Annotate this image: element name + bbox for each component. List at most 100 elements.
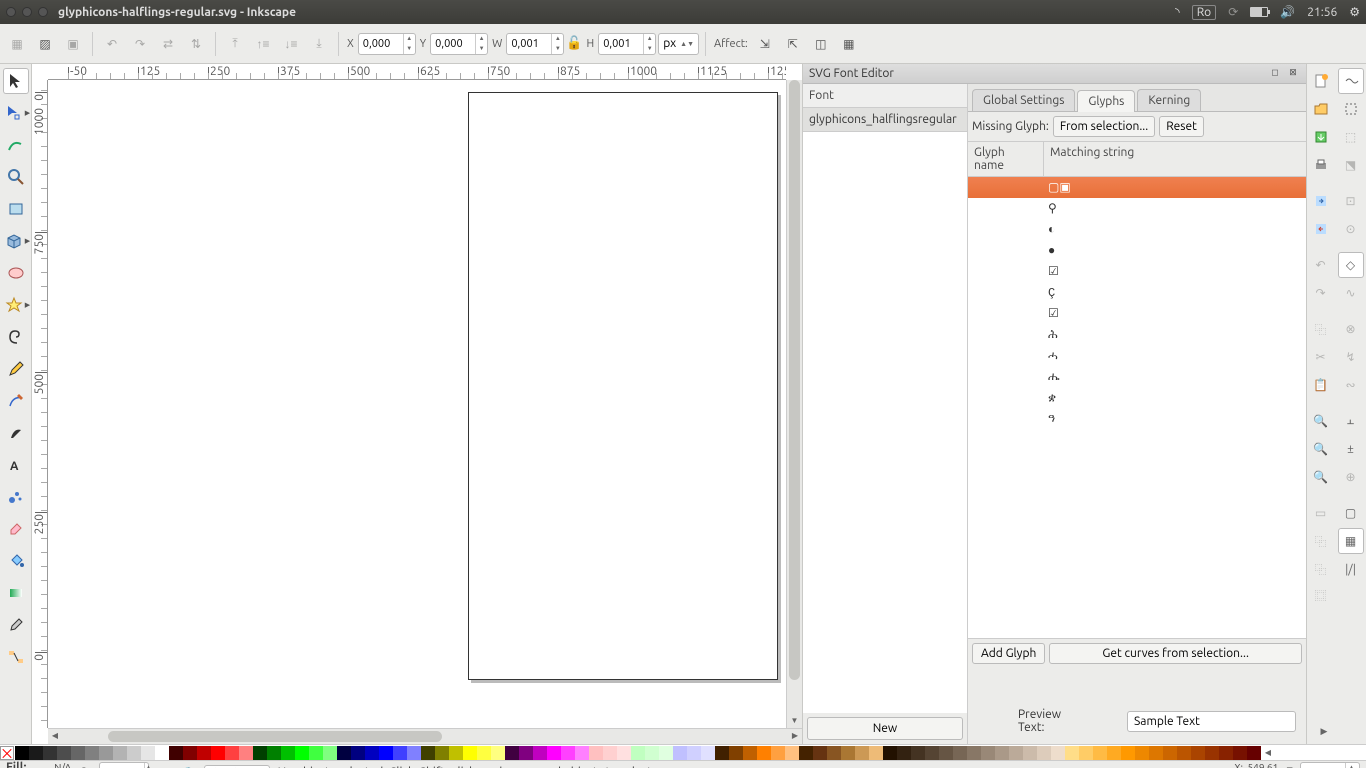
color-swatch[interactable] xyxy=(155,746,169,760)
color-swatch[interactable] xyxy=(1065,746,1079,760)
color-swatch[interactable] xyxy=(113,746,127,760)
color-swatch[interactable] xyxy=(603,746,617,760)
from-selection-button[interactable]: From selection... xyxy=(1053,116,1155,137)
glyph-match-cell[interactable]: ቋ xyxy=(1044,391,1306,405)
color-swatch[interactable] xyxy=(799,746,813,760)
export-button[interactable] xyxy=(1308,216,1334,242)
color-swatch[interactable] xyxy=(253,746,267,760)
snap-intersection-button[interactable]: ⊗ xyxy=(1338,316,1364,342)
import-button[interactable] xyxy=(1308,188,1334,214)
color-swatch[interactable] xyxy=(1205,746,1219,760)
glyph-match-cell[interactable]: ሓ xyxy=(1044,349,1306,363)
color-swatch[interactable] xyxy=(617,746,631,760)
color-swatch[interactable] xyxy=(169,746,183,760)
panel-expand-button[interactable]: ▶ xyxy=(1311,718,1337,744)
copy-button[interactable]: ⿻ xyxy=(1308,316,1334,342)
selector-tool[interactable] xyxy=(3,68,29,94)
bluetooth-icon[interactable]: ⟳ xyxy=(1228,5,1238,19)
tab-glyphs[interactable]: Glyphs xyxy=(1077,90,1135,112)
add-glyph-button[interactable]: Add Glyph xyxy=(972,643,1045,664)
color-swatch[interactable] xyxy=(1177,746,1191,760)
color-swatch[interactable] xyxy=(351,746,365,760)
snap-smooth-button[interactable]: ∾ xyxy=(1338,372,1364,398)
select-all-layers-button[interactable]: ▨ xyxy=(32,31,58,57)
clock[interactable]: 21:56 xyxy=(1307,6,1337,19)
canvas[interactable] xyxy=(48,80,786,728)
affect-gradient-button[interactable]: ▦ xyxy=(836,31,862,57)
color-swatch[interactable] xyxy=(15,746,29,760)
color-swatch[interactable] xyxy=(1093,746,1107,760)
gear-icon[interactable]: ⚙ xyxy=(1349,5,1360,19)
color-swatch[interactable] xyxy=(407,746,421,760)
w-input[interactable]: ▲▼ xyxy=(506,33,564,55)
matching-string-header[interactable]: Matching string xyxy=(1044,142,1292,176)
color-swatch[interactable] xyxy=(71,746,85,760)
battery-icon[interactable] xyxy=(1250,7,1268,17)
color-swatch[interactable] xyxy=(1149,746,1163,760)
color-swatch[interactable] xyxy=(1037,746,1051,760)
color-swatch[interactable] xyxy=(337,746,351,760)
color-swatch[interactable] xyxy=(477,746,491,760)
color-swatch[interactable] xyxy=(127,746,141,760)
color-swatch[interactable] xyxy=(1191,746,1205,760)
new-doc-button[interactable] xyxy=(1308,68,1334,94)
snap-line-button[interactable]: ⫠ xyxy=(1338,408,1364,434)
clone-button[interactable]: ⿻ xyxy=(1308,528,1334,554)
unit-select[interactable]: px▲▼ xyxy=(658,33,699,55)
zoom-drawing-button[interactable]: 🔍 xyxy=(1308,436,1334,462)
window-minimize-button[interactable] xyxy=(22,7,32,17)
color-swatch[interactable] xyxy=(1233,746,1247,760)
color-swatch[interactable] xyxy=(1107,746,1121,760)
undo-button[interactable]: ↶ xyxy=(1308,252,1334,278)
color-swatch[interactable] xyxy=(1009,746,1023,760)
color-swatch[interactable] xyxy=(239,746,253,760)
snap-center-button[interactable]: ⊙ xyxy=(1338,216,1364,242)
layer-select[interactable]: (root) xyxy=(204,765,270,768)
color-swatch[interactable] xyxy=(1023,746,1037,760)
glyph-name-header[interactable]: Glyph name xyxy=(968,142,1044,176)
color-swatch[interactable] xyxy=(771,746,785,760)
glyph-row[interactable]: ◐ xyxy=(968,219,1306,240)
color-swatch[interactable] xyxy=(323,746,337,760)
snap-enable-button[interactable] xyxy=(1338,68,1364,94)
redo-button[interactable]: ↷ xyxy=(1308,280,1334,306)
color-swatch[interactable] xyxy=(883,746,897,760)
color-swatch[interactable] xyxy=(393,746,407,760)
zoom-control[interactable]: Z: ▲▼ xyxy=(1286,762,1360,768)
color-swatch[interactable] xyxy=(1121,746,1135,760)
glyph-row[interactable]: ዓ xyxy=(968,408,1306,429)
glyph-match-cell[interactable]: ☑ xyxy=(1044,264,1306,279)
color-swatch[interactable] xyxy=(925,746,939,760)
raise-button[interactable]: ↑≡ xyxy=(250,31,276,57)
flip-h-button[interactable]: ⇄ xyxy=(155,31,181,57)
color-swatch[interactable] xyxy=(659,746,673,760)
panel-close-icon[interactable]: ⊠ xyxy=(1286,67,1300,81)
tab-global-settings[interactable]: Global Settings xyxy=(972,89,1075,111)
color-swatch[interactable] xyxy=(995,746,1009,760)
tweak-tool[interactable] xyxy=(3,132,29,158)
star-tool[interactable] xyxy=(1,292,27,318)
text-tool[interactable]: A xyxy=(3,452,29,478)
color-swatch[interactable] xyxy=(267,746,281,760)
cut-button[interactable]: ✂ xyxy=(1308,344,1334,370)
zoom-selection-button[interactable]: 🔍 xyxy=(1308,408,1334,434)
no-color-swatch[interactable] xyxy=(0,746,14,760)
color-swatch[interactable] xyxy=(281,746,295,760)
color-swatch[interactable] xyxy=(1247,746,1261,760)
snap-grid-button[interactable]: ▦ xyxy=(1338,528,1364,554)
color-swatch[interactable] xyxy=(855,746,869,760)
dropper-tool[interactable] xyxy=(3,612,29,638)
glyph-match-cell[interactable]: ⚲ xyxy=(1044,201,1306,216)
connector-tool[interactable] xyxy=(3,644,29,670)
glyph-match-cell[interactable]: Ç xyxy=(1044,286,1306,300)
color-swatch[interactable] xyxy=(505,746,519,760)
reset-button[interactable]: Reset xyxy=(1159,116,1204,137)
glyph-match-cell[interactable]: ሕ xyxy=(1044,328,1306,342)
unlink-button[interactable]: ⿻ xyxy=(1308,556,1334,582)
snap-path-button[interactable]: ∿ xyxy=(1338,280,1364,306)
lower-button[interactable]: ↓≡ xyxy=(278,31,304,57)
glyph-match-cell[interactable]: ◐ xyxy=(1044,223,1306,237)
raise-top-button[interactable]: ⤒ xyxy=(222,31,248,57)
panel-minimize-icon[interactable]: ◻ xyxy=(1268,67,1282,81)
color-swatch[interactable] xyxy=(211,746,225,760)
